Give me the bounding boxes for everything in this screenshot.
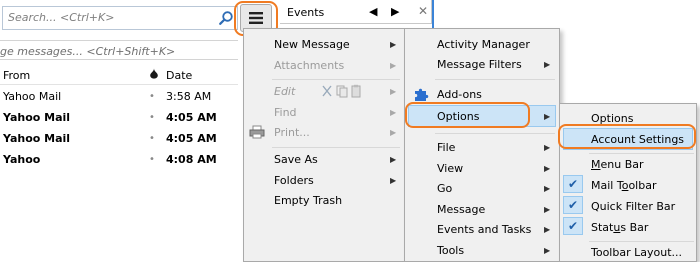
attachment-column-icon[interactable] xyxy=(149,68,159,79)
check-status-bar: ✔ xyxy=(563,217,583,235)
puzzle-piece-icon xyxy=(415,88,429,101)
menu-item-empty-trash[interactable]: Empty Trash xyxy=(274,194,342,207)
menu-item-file[interactable]: File xyxy=(437,141,455,154)
message-from: Yahoo xyxy=(3,153,41,166)
menu-item-view[interactable]: View xyxy=(437,162,463,175)
options-callout xyxy=(405,102,530,128)
submenu-arrow-icon: ▶ xyxy=(544,205,551,214)
read-status-dot[interactable]: • xyxy=(149,154,155,165)
menu-item-folders[interactable]: Folders xyxy=(274,174,314,187)
check-quick-filter-bar: ✔ xyxy=(563,196,583,214)
read-status-dot[interactable]: • xyxy=(149,91,155,102)
message-row[interactable]: Yahoo Mail • 4:05 AM xyxy=(0,130,238,150)
submenu-arrow-icon: ▶ xyxy=(390,128,397,137)
next-arrow-icon[interactable]: ▶ xyxy=(391,5,399,18)
previous-arrow-icon[interactable]: ◀ xyxy=(369,5,377,18)
search-placeholder: Search... <Ctrl+K> xyxy=(8,11,115,24)
menu-item-find[interactable]: Find xyxy=(274,106,297,119)
message-date: 4:05 AM xyxy=(166,132,217,145)
menu-item-events-and-tasks[interactable]: Events and Tasks xyxy=(437,223,531,236)
submenu-arrow-icon: ▶ xyxy=(390,155,397,164)
column-header-date[interactable]: Date xyxy=(166,69,192,82)
edit-clipboard-icons xyxy=(322,84,361,98)
menu-item-tools[interactable]: Tools xyxy=(437,244,464,257)
message-row[interactable]: Yahoo • 4:08 AM xyxy=(0,151,238,171)
message-from: Yahoo Mail xyxy=(3,111,71,124)
checkmark-icon: ✔ xyxy=(568,177,579,191)
menu-separator xyxy=(272,147,400,148)
message-row[interactable]: Yahoo Mail • 4:05 AM xyxy=(0,109,238,129)
menu-item-new-message[interactable]: New Message xyxy=(274,38,350,51)
checkmark-icon: ✔ xyxy=(568,219,579,233)
menu-item-toolbar-layout[interactable]: Toolbar Layout... xyxy=(591,246,682,259)
menu-item-message-filters[interactable]: Message Filters xyxy=(437,58,522,71)
check-mail-toolbar: ✔ xyxy=(563,175,583,193)
menu-item-print[interactable]: Print... xyxy=(274,126,310,139)
message-from: Yahoo Mail xyxy=(3,132,71,145)
menu-item-quick-filter-bar[interactable]: Quick Filter Bar xyxy=(591,200,675,213)
read-status-dot[interactable]: • xyxy=(149,133,155,144)
message-list-header xyxy=(0,65,238,85)
account-settings-callout xyxy=(558,124,696,149)
submenu-arrow-icon: ▶ xyxy=(544,60,551,69)
submenu-arrow-icon: ▶ xyxy=(544,143,551,152)
close-icon[interactable]: ✕ xyxy=(418,4,428,18)
menu-item-menu-bar[interactable]: Menu Bar xyxy=(591,158,644,171)
submenu-arrow-icon: ▶ xyxy=(390,40,397,49)
menu-separator xyxy=(589,153,694,154)
menu-item-mail-toolbar[interactable]: Mail Toolbar xyxy=(591,179,656,192)
menu-item-message[interactable]: Message xyxy=(437,203,485,216)
submenu-arrow-icon: ▶ xyxy=(544,225,551,234)
column-header-from[interactable]: From xyxy=(3,69,30,82)
menu-item-activity-manager[interactable]: Activity Manager xyxy=(437,38,530,51)
submenu-arrow-icon: ▶ xyxy=(390,176,397,185)
printer-icon xyxy=(249,125,265,139)
message-row[interactable]: Yahoo Mail • 3:58 AM xyxy=(0,88,238,108)
submenu-arrow-icon: ▶ xyxy=(390,87,397,96)
menu-item-add-ons[interactable]: Add-ons xyxy=(437,88,482,101)
message-date: 4:05 AM xyxy=(166,111,217,124)
menu-item-save-as[interactable]: Save As xyxy=(274,153,318,166)
menu-separator xyxy=(272,79,400,80)
menu-item-attachments[interactable]: Attachments xyxy=(274,59,344,72)
menu-separator xyxy=(435,79,555,80)
menu-separator xyxy=(435,133,555,134)
submenu-arrow-icon: ▶ xyxy=(544,184,551,193)
message-from: Yahoo Mail xyxy=(3,90,62,103)
menu-item-status-bar[interactable]: Status Bar xyxy=(591,221,648,234)
search-icon[interactable] xyxy=(218,10,234,26)
submenu-arrow-icon: ▶ xyxy=(544,112,551,121)
tools-submenu: Activity Manager Message Filters ▶ Add-o… xyxy=(404,28,560,262)
quick-filter-placeholder: ge messages... <Ctrl+Shift+K> xyxy=(0,45,176,58)
read-status-dot[interactable]: • xyxy=(149,112,155,123)
tab-title: Events xyxy=(287,6,325,19)
menu-item-go[interactable]: Go xyxy=(437,182,452,195)
message-date: 4:08 AM xyxy=(166,153,217,166)
checkmark-icon: ✔ xyxy=(568,198,579,212)
submenu-arrow-icon: ▶ xyxy=(544,164,551,173)
app-menu: New Message ▶ Attachments ▶ Edit ▶ Find … xyxy=(243,28,405,262)
menu-item-edit[interactable]: Edit xyxy=(274,85,295,98)
submenu-arrow-icon: ▶ xyxy=(390,61,397,70)
submenu-arrow-icon: ▶ xyxy=(390,108,397,117)
submenu-arrow-icon: ▶ xyxy=(544,246,551,255)
menu-separator xyxy=(589,241,694,242)
message-date: 3:58 AM xyxy=(166,90,212,103)
